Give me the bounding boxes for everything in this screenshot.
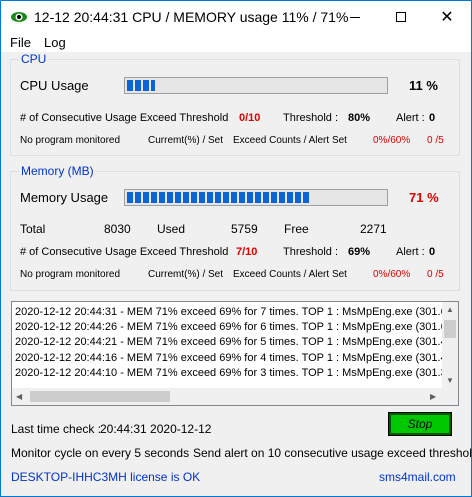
memory-alert-label: Alert : bbox=[396, 246, 425, 258]
title-bar[interactable]: 12-12 20:44:31 CPU / MEMORY usage 11% / … bbox=[1, 1, 471, 33]
menu-file[interactable]: File bbox=[10, 35, 31, 50]
memory-used-value: 5759 bbox=[231, 222, 258, 236]
memory-exceed-counts-value: 0 /5 bbox=[427, 269, 444, 280]
memory-alert-value: 0 bbox=[429, 246, 436, 258]
scroll-corner bbox=[442, 388, 458, 405]
memory-total-value: 8030 bbox=[104, 222, 131, 236]
cpu-exceed-counts-value: 0 /5 bbox=[427, 135, 444, 146]
memory-consecutive-value: 7/10 bbox=[236, 246, 258, 258]
cpu-usage-label: CPU Usage bbox=[20, 78, 89, 93]
scroll-up-icon[interactable]: ▲ bbox=[446, 305, 454, 314]
log-line[interactable]: 2020-12-12 20:44:10 - MEM 71% exceed 69%… bbox=[15, 366, 443, 381]
last-check-value: 20:44:31 2020-12-12 bbox=[100, 422, 212, 436]
log-line[interactable]: 2020-12-12 20:44:16 - MEM 71% exceed 69%… bbox=[15, 351, 443, 366]
log-line[interactable]: 2020-12-12 20:44:21 - MEM 71% exceed 69%… bbox=[15, 335, 443, 350]
cpu-exceed-counts-label: Exceed Counts / Alert Set bbox=[233, 135, 347, 146]
eye-icon bbox=[11, 12, 27, 22]
memory-usage-value: 71 % bbox=[409, 190, 439, 205]
memory-consecutive-label: # of Consecutive Usage Exceed Threshold bbox=[20, 246, 229, 258]
memory-usage-label: Memory Usage bbox=[20, 190, 109, 205]
memory-used-label: Used bbox=[157, 222, 186, 236]
site-link[interactable]: sms4mail.com bbox=[379, 470, 456, 484]
memory-threshold-value: 69% bbox=[348, 246, 371, 258]
cpu-consecutive-value: 0/10 bbox=[239, 112, 261, 124]
cpu-usage-bar-fill bbox=[127, 80, 156, 91]
scroll-left-icon[interactable]: ◀ bbox=[16, 392, 22, 401]
license-text: DESKTOP-IHHC3MH license is OK bbox=[11, 470, 201, 484]
memory-current-set-value: 0%/60% bbox=[373, 269, 411, 280]
memory-total-label: Total bbox=[20, 222, 46, 236]
log-list[interactable]: 2020-12-12 20:44:31 - MEM 71% exceed 69%… bbox=[11, 301, 459, 406]
vertical-scroll-thumb[interactable] bbox=[444, 320, 456, 338]
close-button[interactable]: ✕ bbox=[424, 1, 470, 33]
cpu-threshold-value: 80% bbox=[348, 112, 371, 124]
cpu-consecutive-label: # of Consecutive Usage Exceed Threshold bbox=[20, 112, 229, 124]
minimize-button[interactable] bbox=[332, 1, 378, 33]
cpu-alert-label: Alert : bbox=[396, 112, 425, 124]
maximize-icon bbox=[396, 12, 406, 22]
memory-legend: Memory (MB) bbox=[19, 164, 96, 178]
cpu-usage-bar bbox=[124, 77, 388, 94]
memory-threshold-label: Threshold : bbox=[283, 246, 339, 258]
menu-bar: File Log bbox=[1, 33, 471, 52]
menu-log[interactable]: Log bbox=[44, 35, 66, 50]
memory-usage-bar bbox=[124, 189, 388, 206]
send-alert-text: Send alert on 10 consecutive usage excee… bbox=[193, 446, 472, 460]
memory-free-value: 2271 bbox=[360, 222, 387, 236]
last-check-label: Last time check : bbox=[11, 422, 102, 436]
cpu-legend: CPU bbox=[19, 52, 49, 66]
log-lines: 2020-12-12 20:44:31 - MEM 71% exceed 69%… bbox=[15, 305, 443, 387]
close-icon: ✕ bbox=[440, 9, 454, 26]
memory-program-label: No program monitored bbox=[20, 269, 121, 280]
log-line[interactable]: 2020-12-12 20:44:31 - MEM 71% exceed 69%… bbox=[15, 305, 443, 320]
memory-free-label: Free bbox=[284, 222, 309, 236]
memory-usage-bar-fill bbox=[127, 192, 311, 203]
cpu-program-label: No program monitored bbox=[20, 135, 121, 146]
memory-current-set-label: Curremt(%) / Set bbox=[148, 269, 224, 280]
vertical-scrollbar[interactable]: ▲ ▼ bbox=[442, 302, 458, 388]
horizontal-scrollbar[interactable]: ◀ ▶ bbox=[12, 388, 442, 405]
scroll-right-icon[interactable]: ▶ bbox=[430, 392, 436, 401]
app-window: 12-12 20:44:31 CPU / MEMORY usage 11% / … bbox=[0, 0, 472, 497]
scroll-down-icon[interactable]: ▼ bbox=[446, 376, 454, 385]
cpu-usage-value: 11 % bbox=[409, 78, 438, 93]
maximize-button[interactable] bbox=[378, 1, 424, 33]
cpu-group: CPU CPU Usage 11 % # of Consecutive Usag… bbox=[10, 52, 460, 156]
cpu-current-set-label: Curremt(%) / Set bbox=[148, 135, 224, 146]
cpu-alert-value: 0 bbox=[429, 112, 436, 124]
window-title: 12-12 20:44:31 CPU / MEMORY usage 11% / … bbox=[34, 9, 349, 25]
minimize-icon bbox=[350, 16, 360, 18]
log-line[interactable]: 2020-12-12 20:44:26 - MEM 71% exceed 69%… bbox=[15, 320, 443, 335]
memory-group: Memory (MB) Memory Usage 71 % Total 8030… bbox=[10, 164, 460, 291]
horizontal-scroll-thumb[interactable] bbox=[30, 391, 170, 402]
cpu-threshold-label: Threshold : bbox=[283, 112, 339, 124]
memory-exceed-counts-label: Exceed Counts / Alert Set bbox=[233, 269, 347, 280]
stop-button[interactable]: Stop bbox=[388, 412, 452, 436]
monitor-cycle-text: Monitor cycle on every 5 seconds bbox=[11, 446, 190, 460]
cpu-current-set-value: 0%/60% bbox=[373, 135, 411, 146]
